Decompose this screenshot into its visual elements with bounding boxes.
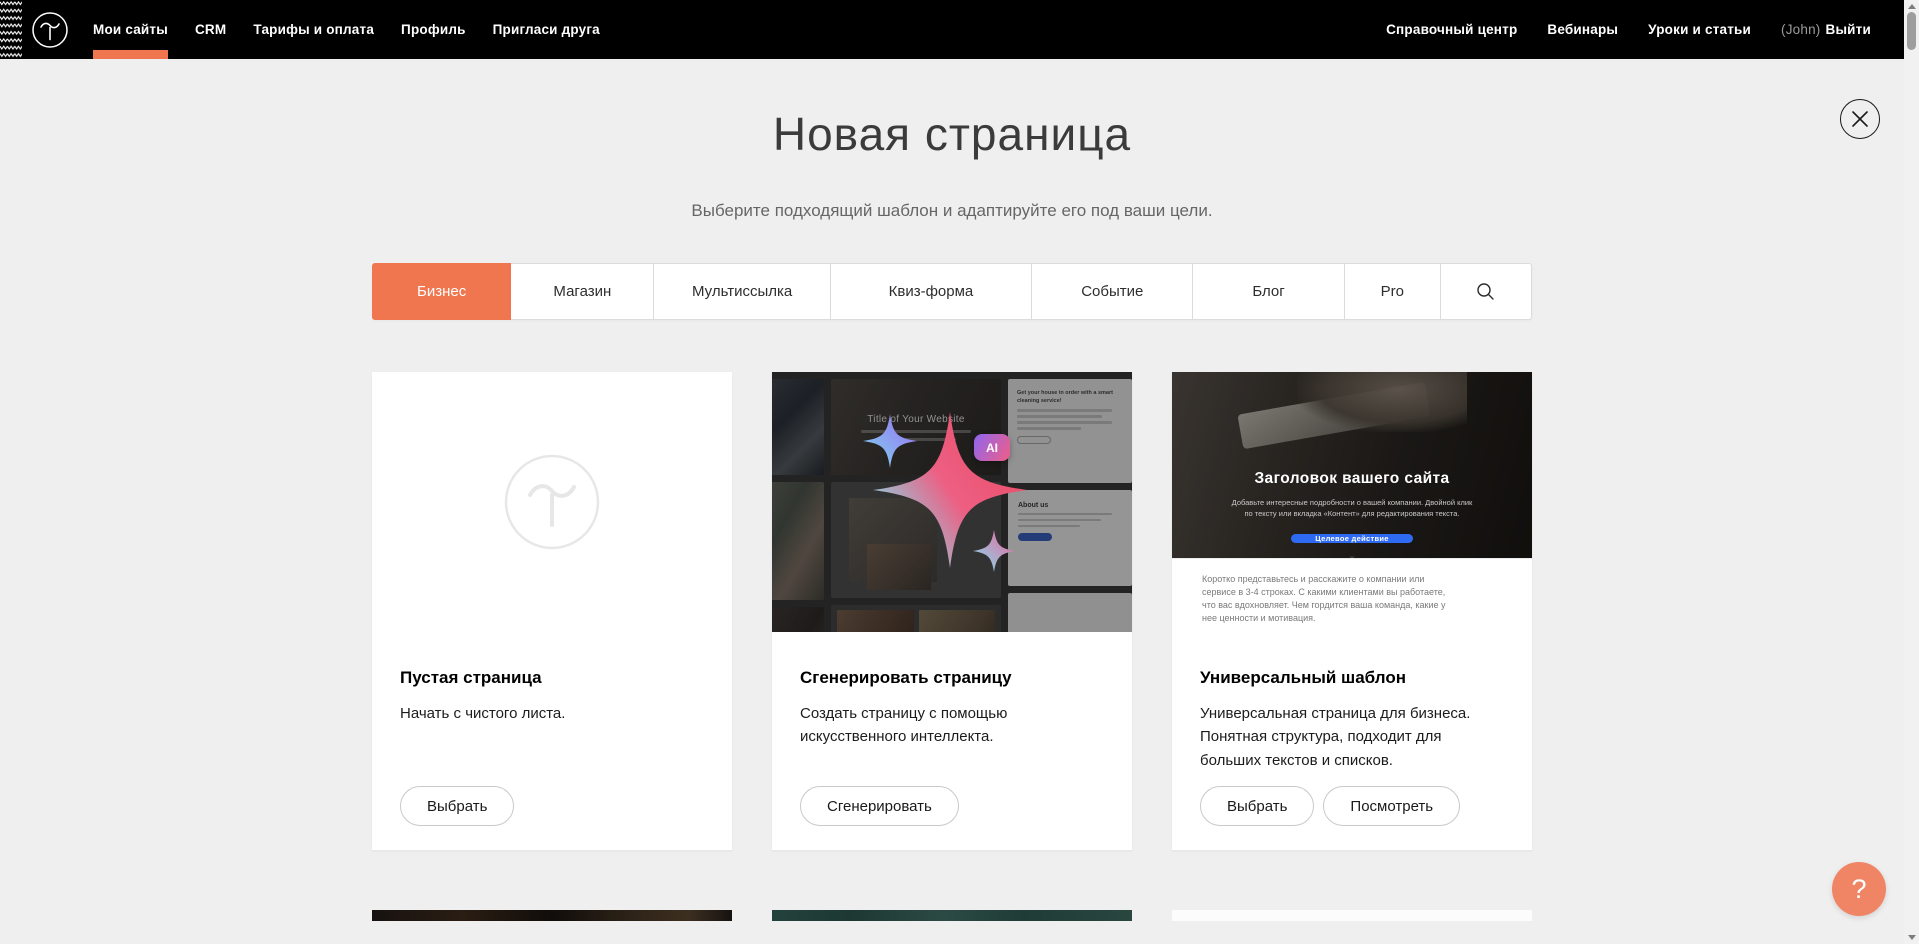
ai-generate-preview[interactable]: Title of Your Website Get your house in … bbox=[772, 372, 1132, 632]
preview-paragraph: Коротко представьтесь и расскажите о ком… bbox=[1202, 573, 1452, 625]
card-description: Создать страницу с помощью искусственног… bbox=[800, 702, 1104, 749]
choose-button[interactable]: Выбрать bbox=[400, 786, 514, 826]
tab-event[interactable]: Событие bbox=[1032, 263, 1193, 320]
page-scrollbar[interactable] bbox=[1904, 0, 1919, 944]
tilda-watermark-icon bbox=[503, 453, 601, 551]
logout-label: Выйти bbox=[1826, 22, 1872, 37]
nav-item-webinars[interactable]: Вебинары bbox=[1547, 22, 1618, 37]
preview-hero-title: Заголовок вашего сайта bbox=[1254, 470, 1449, 488]
nav-item-label: Справочный центр bbox=[1386, 22, 1517, 37]
tilda-logo-icon[interactable] bbox=[31, 11, 69, 49]
template-category-tabs: Бизнес Магазин Мультиссылка Квиз-форма С… bbox=[372, 263, 1532, 320]
nav-item-label: CRM bbox=[195, 22, 226, 37]
user-name: (John) bbox=[1781, 22, 1820, 37]
ai-sparkles: AI bbox=[772, 372, 1132, 632]
page-title: Новая страница bbox=[0, 107, 1904, 161]
nav-item-label: Тарифы и оплата bbox=[253, 22, 374, 37]
nav-item-label: Вебинары bbox=[1547, 22, 1618, 37]
scroll-down-arrow-icon[interactable] bbox=[1908, 935, 1916, 940]
nav-item-invite-friend[interactable]: Пригласи друга bbox=[493, 0, 600, 59]
card-description: Начать с чистого листа. bbox=[400, 702, 704, 725]
view-button[interactable]: Посмотреть bbox=[1323, 786, 1460, 826]
help-button[interactable]: ? bbox=[1832, 862, 1886, 916]
primary-nav: Мои сайты CRM Тарифы и оплата Профиль Пр… bbox=[93, 0, 600, 59]
tab-label: Блог bbox=[1252, 283, 1284, 300]
tab-multilink[interactable]: Мультиссылка bbox=[654, 263, 830, 320]
chevron-down-icon bbox=[1343, 556, 1361, 558]
zigzag-decoration bbox=[0, 0, 22, 59]
nav-item-help-center[interactable]: Справочный центр bbox=[1386, 22, 1517, 37]
tab-business[interactable]: Бизнес bbox=[372, 263, 511, 320]
preview-cta-button: Целевое действие bbox=[1291, 534, 1413, 543]
nav-item-profile[interactable]: Профиль bbox=[401, 0, 466, 59]
blank-page-preview[interactable] bbox=[372, 372, 732, 632]
nav-item-label: Уроки и статьи bbox=[1648, 22, 1751, 37]
nav-item-label: Пригласи друга bbox=[493, 22, 600, 37]
preview-photo-person bbox=[1297, 372, 1467, 432]
close-icon bbox=[1851, 110, 1869, 128]
active-nav-indicator bbox=[93, 50, 168, 59]
choose-button[interactable]: Выбрать bbox=[1200, 786, 1314, 826]
secondary-nav: Справочный центр Вебинары Уроки и статьи… bbox=[1386, 0, 1871, 59]
top-navbar: Мои сайты CRM Тарифы и оплата Профиль Пр… bbox=[0, 0, 1919, 59]
tab-label: Pro bbox=[1381, 283, 1404, 300]
page-subtitle: Выберите подходящий шаблон и адаптируйте… bbox=[0, 201, 1904, 221]
tab-search[interactable] bbox=[1441, 263, 1532, 320]
template-cards-row: Пустая страница Начать с чистого листа. … bbox=[372, 372, 1532, 850]
logout-link[interactable]: (John) Выйти bbox=[1781, 22, 1871, 37]
nav-item-crm[interactable]: CRM bbox=[195, 0, 226, 59]
tab-quiz-form[interactable]: Квиз-форма bbox=[831, 263, 1032, 320]
nav-item-label: Профиль bbox=[401, 22, 466, 37]
ai-badge: AI bbox=[974, 434, 1010, 461]
scrollbar-thumb[interactable] bbox=[1907, 12, 1916, 50]
tab-label: Событие bbox=[1081, 283, 1143, 300]
card-ai-generate: Title of Your Website Get your house in … bbox=[772, 372, 1132, 850]
universal-template-preview[interactable]: Заголовок вашего сайта Добавьте интересн… bbox=[1172, 372, 1532, 632]
card-title: Универсальный шаблон bbox=[1200, 668, 1504, 688]
card-description: Универсальная страница для бизнеса. Поня… bbox=[1200, 702, 1504, 772]
preview-hero-subtitle: Добавьте интересные подробности о вашей … bbox=[1227, 497, 1477, 520]
template-card-partial[interactable] bbox=[772, 910, 1132, 921]
card-title: Пустая страница bbox=[400, 668, 704, 688]
generate-button[interactable]: Сгенерировать bbox=[800, 786, 959, 826]
tab-label: Квиз-форма bbox=[889, 283, 974, 300]
template-card-partial[interactable] bbox=[1172, 910, 1532, 921]
tab-label: Магазин bbox=[553, 283, 611, 300]
new-page-dialog: Новая страница Выберите подходящий шабло… bbox=[0, 59, 1904, 921]
nav-item-lessons[interactable]: Уроки и статьи bbox=[1648, 22, 1751, 37]
tab-blog[interactable]: Блог bbox=[1193, 263, 1344, 320]
close-dialog-button[interactable] bbox=[1840, 99, 1880, 139]
next-row-partial bbox=[372, 910, 1532, 921]
search-icon bbox=[1476, 282, 1495, 301]
scroll-up-arrow-icon[interactable] bbox=[1908, 4, 1916, 9]
tab-label: Мультиссылка bbox=[692, 283, 792, 300]
tab-pro[interactable]: Pro bbox=[1345, 263, 1441, 320]
card-universal-template: Заголовок вашего сайта Добавьте интересн… bbox=[1172, 372, 1532, 850]
card-title: Сгенерировать страницу bbox=[800, 668, 1104, 688]
tab-label: Бизнес bbox=[417, 283, 466, 300]
tab-store[interactable]: Магазин bbox=[511, 263, 654, 320]
template-card-partial[interactable] bbox=[372, 910, 732, 921]
nav-item-tariffs[interactable]: Тарифы и оплата bbox=[253, 0, 374, 59]
nav-item-my-sites[interactable]: Мои сайты bbox=[93, 0, 168, 59]
nav-item-label: Мои сайты bbox=[93, 22, 168, 37]
card-blank-page: Пустая страница Начать с чистого листа. … bbox=[372, 372, 732, 850]
